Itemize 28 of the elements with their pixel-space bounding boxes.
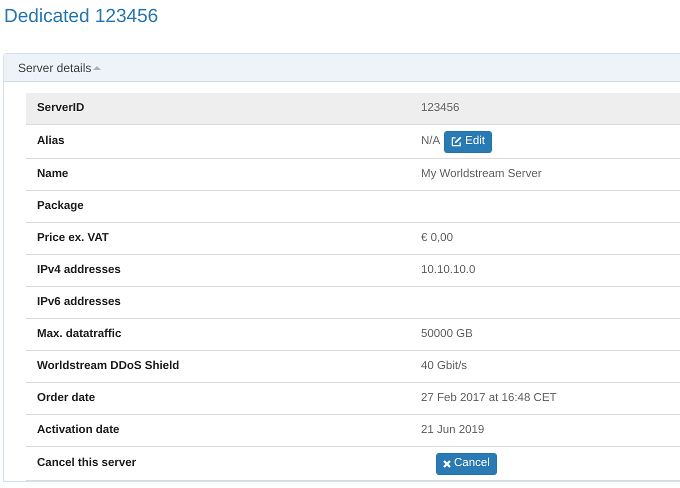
row-label: Name [37,168,68,180]
row-label: Order date [37,392,96,404]
row-value: My Worldstream Server [421,166,542,182]
row-label: IPv4 addresses [37,264,121,276]
panel-header[interactable]: Server details [4,54,680,82]
row-value: 50000 GB [421,326,473,342]
row-value: 123456 [421,100,460,116]
row-label: Cancel this server [37,456,136,469]
row-value: € 0,00 [421,230,453,246]
row-value: 21 Jun 2019 [421,422,484,438]
row-label: Alias [37,134,64,147]
row-value: 27 Feb 2017 at 16:48 CET [421,390,557,406]
row-label: ServerID [37,102,84,114]
close-icon [443,460,451,468]
row-label: Package [37,200,84,212]
page-title: Dedicated 123456 [4,5,158,29]
row-label: IPv6 addresses [37,296,121,308]
caret-up-icon [93,66,102,70]
row-value: 10.10.10.0 [421,262,476,278]
edit-icon [451,136,462,147]
row-label: Worldstream DDoS Shield [37,360,180,372]
row-label: Price ex. VAT [37,232,109,244]
cancel-button[interactable]: Cancel [436,452,497,474]
row-value: 40 Gbit/s [421,358,468,374]
row-value: N/A [421,134,440,149]
row-label: Max. datatraffic [37,328,122,340]
edit-button[interactable]: Edit [444,130,492,152]
row-label: Activation date [37,424,120,436]
